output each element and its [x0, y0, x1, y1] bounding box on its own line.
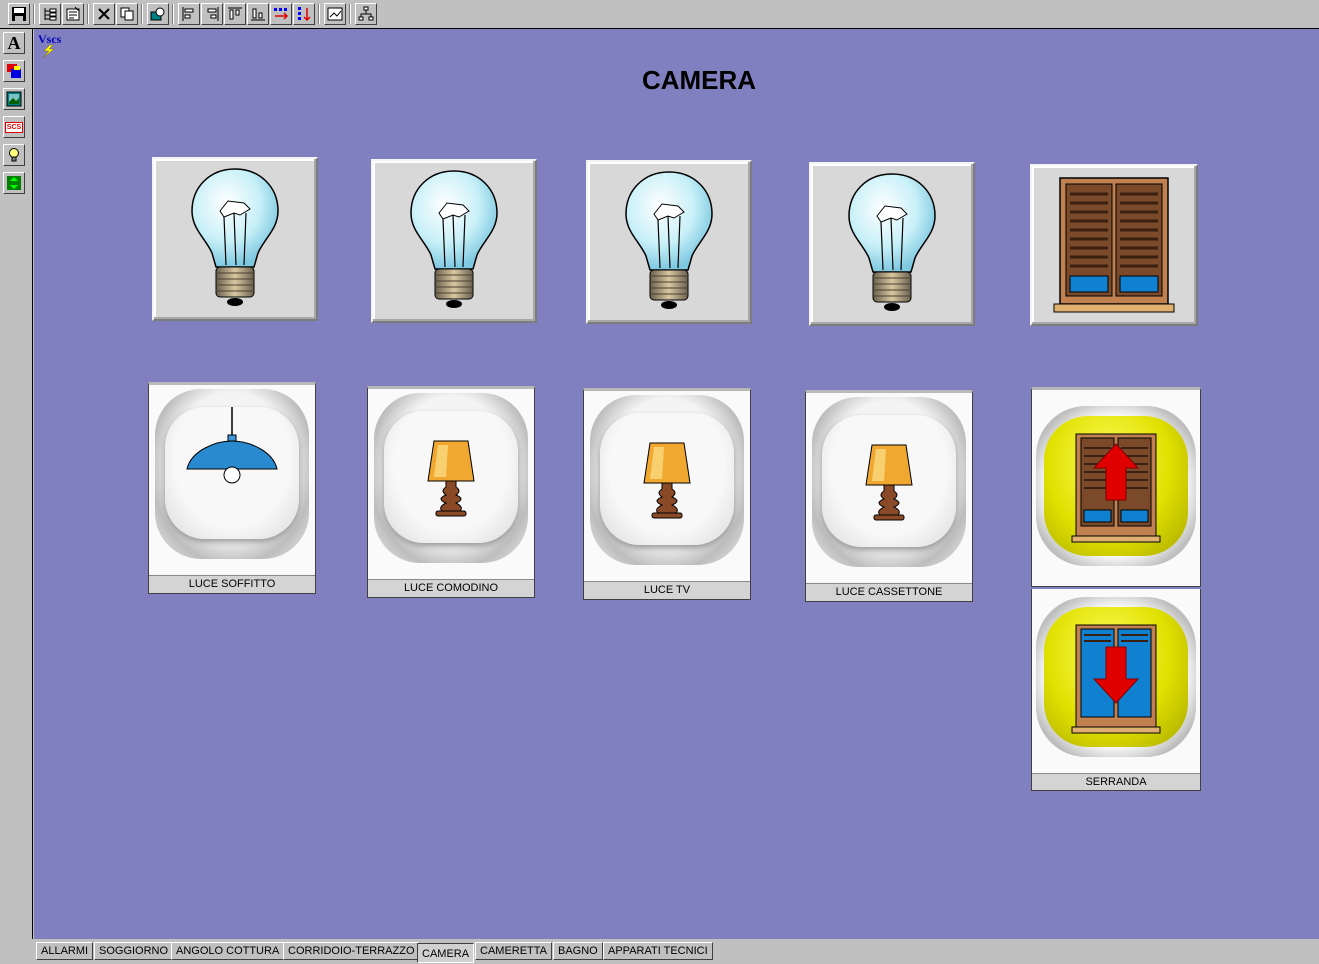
tab-corridoio-terrazzo[interactable]: CORRIDOIO-TERRAZZO — [283, 942, 420, 960]
page-title: CAMERA — [641, 65, 757, 95]
shutter-status[interactable] — [1030, 164, 1198, 326]
light-status-soffitto[interactable] — [152, 157, 318, 321]
ceiling-lamp-icon — [186, 407, 278, 484]
color-tool-icon[interactable] — [3, 60, 25, 82]
image-tool-icon[interactable] — [3, 88, 25, 110]
light-bulb-icon — [191, 168, 279, 306]
light-status-comodino[interactable] — [371, 159, 537, 323]
toolbar — [0, 0, 1319, 29]
shutter-down-icon — [1071, 624, 1161, 734]
table-lamp-icon — [427, 440, 475, 517]
tab-apparati-tecnici[interactable]: APPARATI TECNICI — [603, 942, 713, 960]
light-status-tv[interactable] — [586, 160, 752, 324]
switch-label: LUCE COMODINO — [368, 579, 534, 597]
tool-sidebar: A SCS — [0, 29, 33, 939]
save-icon[interactable] — [8, 3, 30, 25]
align-bottom-icon[interactable] — [247, 3, 269, 25]
scs-tool-icon[interactable]: SCS — [3, 116, 25, 138]
vscs-logo-icon: Vscs — [38, 32, 62, 59]
shutter-up-button[interactable] — [1031, 387, 1201, 587]
light-bulb-icon — [410, 170, 498, 308]
align-left-icon[interactable] — [178, 3, 200, 25]
tab-allarmi[interactable]: ALLARMI — [36, 942, 94, 960]
svg-text:Vscs: Vscs — [38, 32, 62, 46]
room-canvas: Vscs CAMERA LUCE SOFFITTO LUCE COMODINO … — [34, 29, 1319, 939]
switch-label: LUCE CASSETTONE — [806, 583, 972, 601]
light-bulb-icon — [848, 173, 936, 311]
distribute-vertical-icon[interactable] — [293, 3, 315, 25]
chart-icon[interactable] — [324, 3, 346, 25]
window-shutter-icon — [1053, 177, 1175, 313]
properties-icon[interactable] — [62, 3, 84, 25]
delete-icon[interactable] — [93, 3, 115, 25]
distribute-horizontal-icon[interactable] — [270, 3, 292, 25]
text-tool-icon[interactable]: A — [3, 32, 25, 54]
tree-icon[interactable] — [39, 3, 61, 25]
switch-label: LUCE TV — [584, 581, 750, 599]
arrows-tool-icon[interactable] — [3, 172, 25, 194]
switch-luce-soffitto[interactable]: LUCE SOFFITTO — [148, 382, 316, 594]
network-icon[interactable] — [355, 3, 377, 25]
light-status-cassettone[interactable] — [809, 162, 975, 326]
shutter-down-button[interactable]: SERRANDA — [1031, 589, 1201, 791]
align-top-icon[interactable] — [224, 3, 246, 25]
tab-soggiorno[interactable]: SOGGIORNO — [94, 942, 174, 960]
light-bulb-icon — [625, 171, 713, 309]
shutter-up-icon — [1071, 433, 1161, 543]
bulb-tool-icon[interactable] — [3, 144, 25, 166]
switch-luce-tv[interactable]: LUCE TV — [583, 388, 751, 600]
tab-angolo-cottura[interactable]: ANGOLO COTTURA — [171, 942, 285, 960]
copy-icon[interactable] — [116, 3, 138, 25]
switch-label: LUCE SOFFITTO — [149, 575, 315, 593]
table-lamp-icon — [865, 444, 913, 521]
tab-bagno[interactable]: BAGNO — [553, 942, 603, 960]
room-tabs: ALLARMI SOGGIORNO ANGOLO COTTURA CORRIDO… — [34, 939, 1319, 963]
align-right-icon[interactable] — [201, 3, 223, 25]
table-lamp-icon — [643, 442, 691, 519]
switch-luce-cassettone[interactable]: LUCE CASSETTONE — [805, 390, 973, 602]
shutter-label: SERRANDA — [1032, 773, 1200, 790]
switch-luce-comodino[interactable]: LUCE COMODINO — [367, 386, 535, 598]
tab-cameretta[interactable]: CAMERETTA — [475, 942, 553, 960]
tab-camera[interactable]: CAMERA — [417, 943, 475, 963]
zoom-icon[interactable] — [147, 3, 169, 25]
